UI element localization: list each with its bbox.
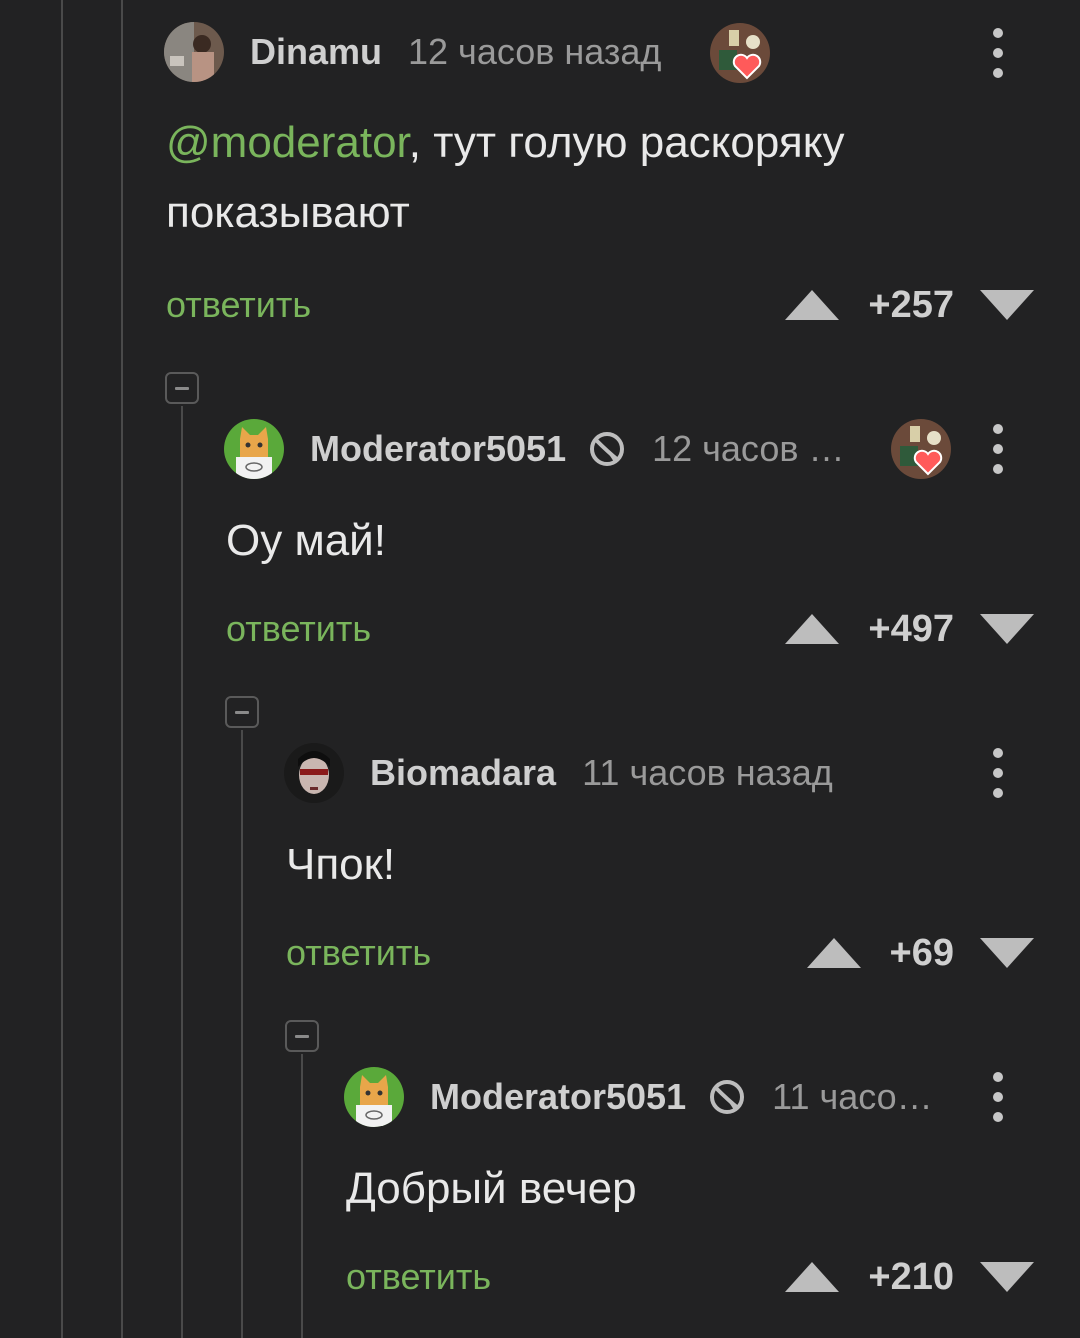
comment-header: Moderator5051 11 часо…	[344, 1065, 933, 1129]
upvote-icon[interactable]	[785, 614, 839, 644]
collapse-thread-button[interactable]	[225, 696, 259, 728]
comment-text-part: , тут голую раскоряку	[408, 118, 845, 167]
reply-button[interactable]: ответить	[286, 932, 431, 974]
reply-button[interactable]: ответить	[346, 1256, 491, 1298]
comment-text-line2: показывают	[166, 188, 410, 237]
user-mention-link[interactable]: @moderator	[166, 118, 409, 167]
downvote-icon[interactable]	[980, 614, 1034, 644]
comment-header: Dinamu 12 часов назад	[164, 20, 661, 84]
comment-text: Чпок!	[286, 840, 396, 889]
downvote-icon[interactable]	[980, 290, 1034, 320]
comment-score: +210	[868, 1256, 954, 1298]
more-options-icon[interactable]	[988, 28, 1008, 80]
comment-text: @moderator, тут голую раскоряку показыва…	[166, 108, 1026, 248]
more-options-icon[interactable]	[988, 424, 1008, 476]
thread-line-1	[121, 0, 123, 1338]
timestamp: 12 часов назад	[408, 31, 662, 72]
more-options-icon[interactable]	[988, 748, 1008, 800]
comment-score: +497	[868, 608, 954, 650]
downvote-icon[interactable]	[980, 1262, 1034, 1292]
user-avatar[interactable]	[164, 22, 224, 82]
comment-header: Biomadara 11 часов назад	[284, 741, 833, 805]
comment-text: Оу май!	[226, 516, 386, 565]
timestamp: 12 часов …	[652, 428, 845, 469]
username[interactable]: Biomadara	[370, 752, 556, 794]
comment-score: +257	[868, 284, 954, 326]
comment-header: Moderator5051 12 часов …	[224, 417, 844, 481]
award-heart-icon[interactable]	[709, 22, 771, 84]
award-heart-icon[interactable]	[890, 418, 952, 480]
dark-face-avatar[interactable]	[284, 743, 344, 803]
comment-text: Добрый вечер	[346, 1164, 637, 1213]
thread-line-2	[181, 406, 183, 1338]
thread-line-4	[301, 1054, 303, 1338]
thread-line-3	[241, 730, 243, 1338]
comment-score: +69	[889, 932, 954, 974]
timestamp: 11 часо…	[772, 1076, 933, 1117]
upvote-icon[interactable]	[785, 290, 839, 320]
collapse-thread-button[interactable]	[285, 1020, 319, 1052]
moderator-badge-icon	[708, 1078, 746, 1116]
username[interactable]: Moderator5051	[310, 428, 566, 470]
timestamp: 11 часов назад	[582, 752, 833, 793]
reply-button[interactable]: ответить	[226, 608, 371, 650]
cat-avatar[interactable]	[224, 419, 284, 479]
upvote-icon[interactable]	[785, 1262, 839, 1292]
more-options-icon[interactable]	[988, 1072, 1008, 1124]
username[interactable]: Dinamu	[250, 31, 382, 73]
username[interactable]: Moderator5051	[430, 1076, 686, 1118]
reply-button[interactable]: ответить	[166, 284, 311, 326]
thread-line-0	[61, 0, 63, 1338]
collapse-thread-button[interactable]	[165, 372, 199, 404]
downvote-icon[interactable]	[980, 938, 1034, 968]
cat-avatar[interactable]	[344, 1067, 404, 1127]
moderator-badge-icon	[588, 430, 626, 468]
